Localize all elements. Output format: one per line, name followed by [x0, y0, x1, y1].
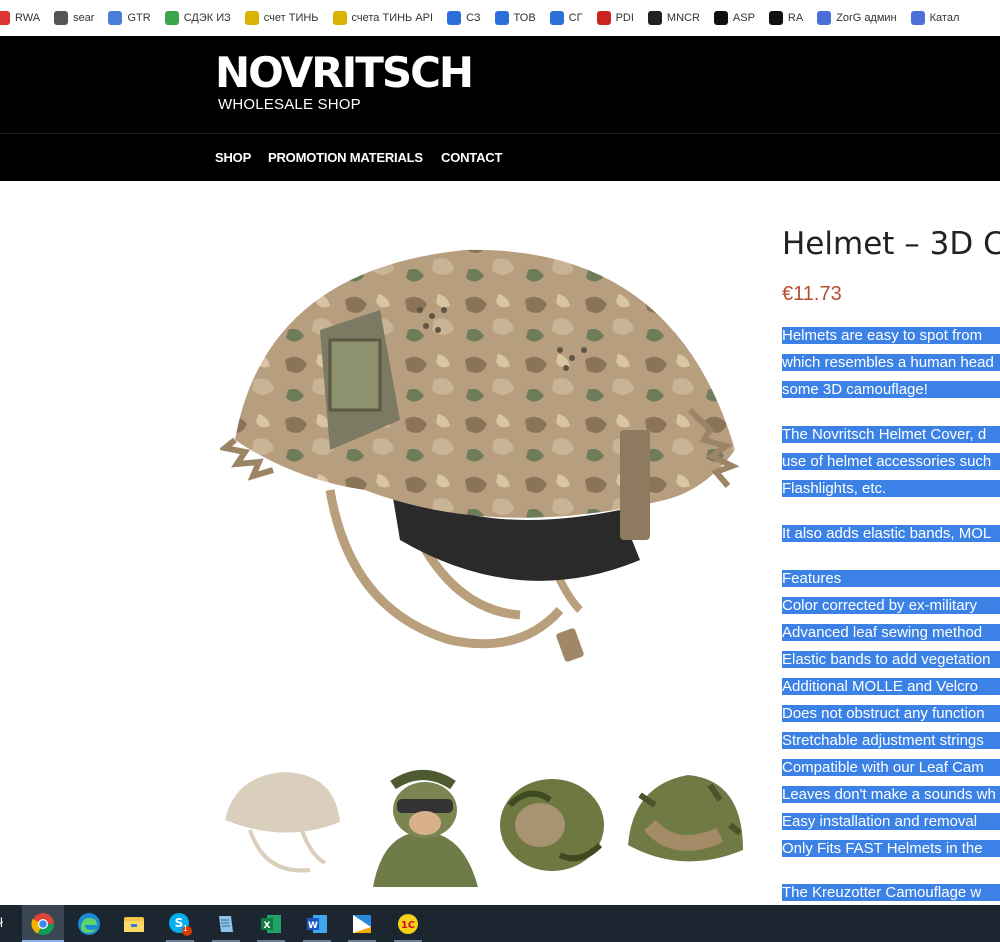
description-line: Easy installation and removal — [782, 811, 1000, 833]
bookmark-favicon-icon — [108, 11, 123, 25]
description-line: some 3D camouflage! — [782, 379, 1000, 401]
bookmark-item[interactable]: счета ТИНЬ API — [332, 11, 434, 25]
main-nav: SHOP PROMOTION MATERIALS CONTACT — [0, 133, 1000, 181]
bookmark-item[interactable]: счет ТИНЬ — [244, 11, 319, 25]
description-line: Color corrected by ex-military — [782, 595, 1000, 617]
product-thumbnails — [220, 765, 755, 890]
bookmark-favicon-icon — [549, 11, 564, 25]
bookmark-label: ASP — [732, 12, 755, 24]
bookmark-label: СДЭК ИЗ — [183, 12, 231, 24]
bookmark-item[interactable]: СЗ — [447, 11, 481, 25]
nav-promotion-materials[interactable]: PROMOTION MATERIALS — [268, 150, 423, 165]
bookmark-item[interactable]: GTR — [108, 11, 151, 25]
bookmark-item[interactable]: СДЭК ИЗ — [164, 11, 231, 25]
edge-icon[interactable] — [75, 910, 103, 938]
bookmark-label: счета ТИНЬ API — [351, 12, 434, 24]
bookmark-label: RWA — [15, 12, 41, 24]
bookmark-label: ZorG админ — [836, 12, 897, 24]
thumbnail-2[interactable] — [363, 765, 488, 887]
paint-icon[interactable] — [348, 910, 376, 938]
bookmark-favicon-icon — [768, 11, 783, 25]
site-logo[interactable]: NOVRITSCH — [215, 48, 474, 98]
description-line: The Novritsch Helmet Cover, d — [782, 424, 1000, 446]
excel-icon[interactable]: X — [257, 910, 285, 938]
bookmark-favicon-icon — [494, 11, 509, 25]
site-logo-subtitle[interactable]: WHOLESALE SHOP — [218, 96, 361, 114]
description-line: Compatible with our Leaf Cam — [782, 757, 1000, 779]
description-line: It also adds elastic bands, MOL — [782, 523, 1000, 545]
bookmark-item[interactable]: sear — [54, 11, 94, 25]
nav-shop[interactable]: SHOP — [215, 150, 251, 165]
bookmark-item[interactable]: Катал — [910, 11, 960, 25]
nav-contact[interactable]: CONTACT — [441, 150, 502, 165]
bookmark-favicon-icon — [54, 11, 69, 25]
bookmark-item[interactable]: ZorG админ — [817, 11, 897, 25]
skype-icon[interactable]: S 1 — [166, 910, 194, 938]
bookmark-item[interactable]: ASP — [713, 11, 755, 25]
windows-taskbar: ł S 1 X W 1C — [0, 905, 1000, 942]
bookmark-favicon-icon — [817, 11, 832, 25]
bookmark-favicon-icon — [647, 11, 662, 25]
description-line: Only Fits FAST Helmets in the — [782, 838, 1000, 860]
bookmark-item[interactable]: RWA — [0, 11, 40, 25]
bookmark-favicon-icon — [332, 11, 347, 25]
bookmark-favicon-icon — [713, 11, 728, 25]
thumbnail-1[interactable] — [220, 765, 345, 887]
file-explorer-icon[interactable] — [120, 910, 148, 938]
thumbnail-4[interactable] — [620, 765, 745, 887]
bookmark-item[interactable]: MNCR — [647, 11, 700, 25]
description-line: Does not obstruct any function — [782, 703, 1000, 725]
svg-text:1C: 1C — [401, 920, 415, 931]
site-header: NOVRITSCH WHOLESALE SHOP — [0, 36, 1000, 133]
taskbar-edge-glyph: ł — [0, 915, 3, 930]
svg-text:W: W — [308, 921, 318, 931]
bookmark-label: СГ — [568, 12, 583, 24]
bookmark-label: sear — [73, 12, 95, 24]
1c-icon[interactable]: 1C — [394, 910, 422, 938]
bookmark-label: MNCR — [666, 12, 700, 24]
chrome-icon[interactable] — [29, 910, 57, 938]
product-title: Helmet – 3D C — [782, 226, 1000, 262]
bookmark-label: СЗ — [466, 12, 481, 24]
description-line: Features — [782, 568, 1000, 590]
product-main-image[interactable] — [220, 230, 750, 700]
bookmark-item[interactable]: ТОВ — [494, 11, 536, 25]
skype-badge: 1 — [183, 924, 188, 933]
product-description: Helmets are easy to spot from which resem… — [782, 325, 1000, 905]
description-line: which resembles a human head — [782, 352, 1000, 374]
description-line: The Kreuzotter Camouflage w — [782, 882, 1000, 904]
bookmarks-bar: RWA sear GTR СДЭК ИЗ счет ТИНЬ счета ТИНЬ API… — [0, 0, 1000, 37]
description-line: Leaves don't make a sounds wh — [782, 784, 1000, 806]
description-line: Flashlights, etc. — [782, 478, 1000, 500]
bookmark-favicon-icon — [0, 11, 10, 25]
description-line: Helmets are easy to spot from — [782, 325, 1000, 347]
description-line: Stretchable adjustment strings — [782, 730, 1000, 752]
word-icon[interactable]: W — [303, 910, 331, 938]
description-line: Elastic bands to add vegetation — [782, 649, 1000, 671]
description-line: Advanced leaf sewing method — [782, 622, 1000, 644]
bookmark-label: RA — [787, 12, 804, 24]
bookmark-favicon-icon — [244, 11, 259, 25]
bookmark-item[interactable]: PDI — [596, 11, 634, 25]
bookmark-item[interactable]: СГ — [549, 11, 583, 25]
description-line: Additional MOLLE and Velcro — [782, 676, 1000, 698]
bookmark-favicon-icon — [910, 11, 925, 25]
description-line: use of helmet accessories such — [782, 451, 1000, 473]
bookmark-label: ТОВ — [513, 12, 536, 24]
bookmark-favicon-icon — [447, 11, 462, 25]
bookmark-label: PDI — [615, 12, 634, 24]
bookmark-item[interactable]: RA — [768, 11, 804, 25]
bookmark-label: счет ТИНЬ — [263, 12, 319, 24]
bookmark-favicon-icon — [164, 11, 179, 25]
svg-text:X: X — [264, 921, 271, 931]
thumbnail-3[interactable] — [490, 765, 615, 887]
bookmark-label: GTR — [127, 12, 151, 24]
product-price: €11.73 — [782, 283, 842, 305]
bookmark-favicon-icon — [596, 11, 611, 25]
bookmark-label: Катал — [929, 12, 960, 24]
notepad-icon[interactable] — [212, 910, 240, 938]
